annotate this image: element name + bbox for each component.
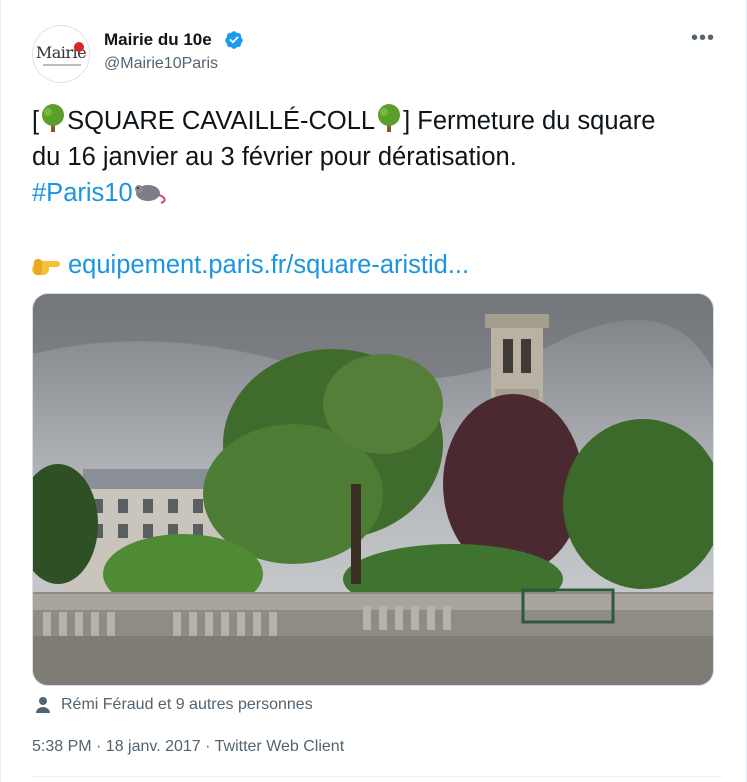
tweet-line-3: #Paris10 <box>32 175 722 211</box>
verified-badge-icon <box>225 31 243 49</box>
tweet-line-1: [ SQUARE CAVAILLÉ-COLL ] Fermeture du squa… <box>32 103 722 139</box>
tree-emoji-icon <box>42 104 65 132</box>
display-name[interactable]: Mairie du 10e <box>104 30 212 50</box>
hashtag-link[interactable]: #Paris10 <box>32 179 133 207</box>
person-icon <box>36 697 50 713</box>
handle[interactable]: @Mairie10Paris <box>104 55 218 73</box>
square-title: SQUARE CAVAILLÉ-COLL <box>67 107 376 135</box>
avatar-logo-badge <box>74 42 84 52</box>
more-options-button[interactable]: ••• <box>691 27 715 50</box>
tweet-photo[interactable] <box>32 293 714 686</box>
bracket-open: [ <box>32 107 40 135</box>
tweet-line-2: du 16 janvier au 3 février pour dératisa… <box>32 143 517 171</box>
url-link[interactable]: equipement.paris.fr/square-aristid... <box>68 251 469 279</box>
tweet-line-url: equipement.paris.fr/square-aristid... <box>32 247 722 283</box>
tweet-timestamp[interactable]: 5:38 PM · 18 janv. 2017 · Twitter Web Cl… <box>32 738 344 756</box>
avatar-logo-underline <box>43 64 81 66</box>
tweet-text: [ SQUARE CAVAILLÉ-COLL ] Fermeture du squa… <box>32 103 722 283</box>
closure-text: ] Fermeture du square <box>403 107 656 135</box>
pointing-hand-emoji-icon <box>32 259 60 275</box>
square-photo-illustration <box>33 294 713 685</box>
rat-emoji-icon <box>134 185 166 204</box>
tree-emoji-icon <box>378 104 401 132</box>
liked-by-row[interactable]: Rémi Féraud et 9 autres personnes <box>34 696 313 714</box>
divider <box>32 776 722 777</box>
avatar[interactable]: Mairie <box>32 25 90 83</box>
tweet-card: Mairie Mairie du 10e @Mairie10Paris ••• … <box>0 0 747 782</box>
liked-by-text: Rémi Féraud et 9 autres personnes <box>61 696 313 713</box>
